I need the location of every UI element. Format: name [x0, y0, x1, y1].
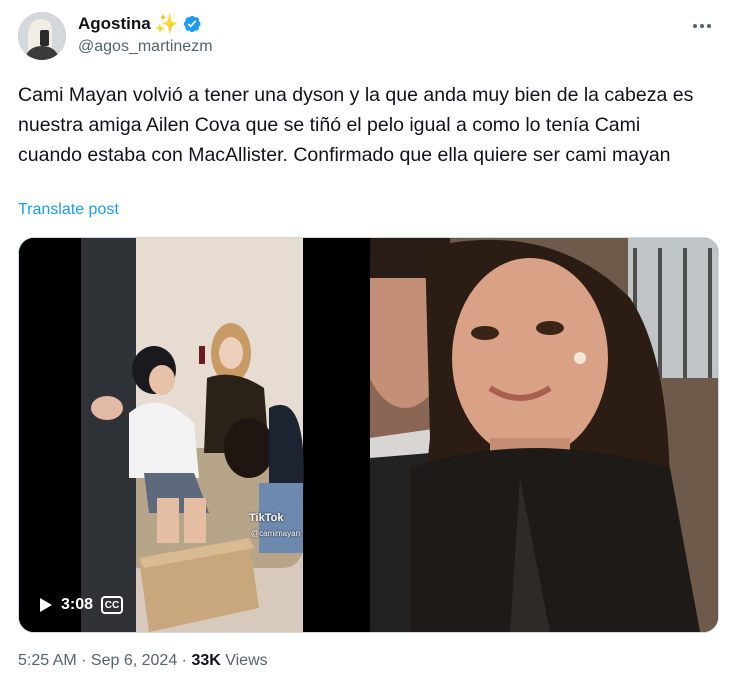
post-time[interactable]: 5:25 AM — [18, 652, 77, 669]
meta-separator: · — [177, 652, 192, 669]
meta-separator: · — [76, 652, 91, 669]
post-date[interactable]: Sep 6, 2024 — [91, 652, 177, 669]
post-text: Cami Mayan volvió a tener una dyson y la… — [18, 84, 694, 166]
tiktok-watermark-handle: @camimayan — [251, 529, 301, 538]
more-options-icon[interactable] — [688, 12, 716, 40]
selfie-photo — [360, 238, 718, 632]
media-grid: TikTok @camimayan 3:08 CC — [18, 237, 719, 633]
verified-badge-icon[interactable] — [182, 14, 202, 34]
views-count: 33K — [191, 652, 221, 669]
author-handle[interactable]: @agos_martinezm — [78, 38, 213, 56]
author-name[interactable]: Agostina — [78, 13, 151, 35]
views-label: Views — [220, 652, 268, 669]
play-icon[interactable] — [39, 597, 53, 613]
more-dot — [700, 24, 704, 28]
more-dot — [693, 24, 697, 28]
more-dot — [707, 24, 711, 28]
avatar-image — [18, 12, 66, 60]
post-meta: 5:25 AM · Sep 6, 2024 · 33K Views — [18, 652, 268, 670]
translate-post-link[interactable]: Translate post — [18, 201, 119, 219]
closed-captions-icon[interactable]: CC — [101, 596, 124, 614]
author-avatar[interactable] — [18, 12, 66, 60]
video-controls: 3:08 CC — [39, 596, 124, 614]
author-name-row[interactable]: Agostina ✨ — [78, 13, 202, 35]
sparkles-emoji: ✨ — [154, 13, 179, 35]
tiktok-watermark: TikTok — [249, 512, 284, 524]
photo-image[interactable] — [360, 238, 718, 632]
video-player[interactable]: TikTok @camimayan 3:08 CC — [19, 238, 369, 632]
video-thumbnail — [19, 238, 369, 632]
video-duration: 3:08 — [61, 596, 94, 613]
